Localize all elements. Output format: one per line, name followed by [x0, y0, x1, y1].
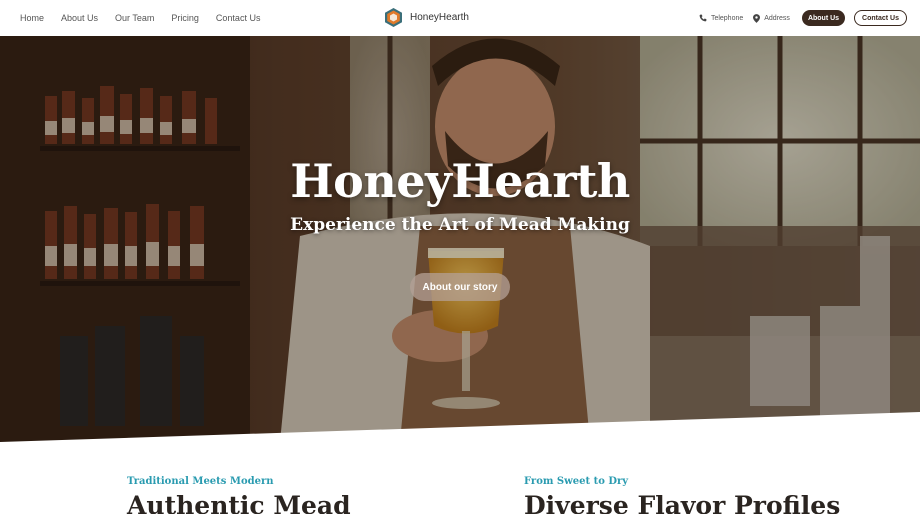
- hero-section: HoneyHearth Experience the Art of Mead M…: [0, 36, 920, 442]
- nav-home[interactable]: Home: [20, 13, 44, 23]
- feature-eyebrow: From Sweet to Dry: [524, 476, 629, 487]
- feature-eyebrow: Traditional Meets Modern: [127, 476, 274, 487]
- hexagon-logo-icon: [383, 7, 404, 28]
- feature-authentic-mead: Traditional Meets Modern Authentic Mead: [127, 476, 351, 514]
- nav-pricing[interactable]: Pricing: [171, 13, 199, 23]
- nav-contact-us[interactable]: Contact Us: [216, 13, 261, 23]
- hero-subtitle: Experience the Art of Mead Making: [290, 215, 630, 235]
- address-link[interactable]: Address: [753, 13, 790, 23]
- hero-title: HoneyHearth: [290, 154, 630, 208]
- about-us-button[interactable]: About Us: [801, 10, 846, 26]
- hero-slant-divider: [0, 412, 920, 442]
- feature-heading: Diverse Flavor Profiles: [524, 491, 841, 514]
- nav-right: Telephone Address About Us Contact Us: [699, 0, 907, 36]
- nav-our-team[interactable]: Our Team: [115, 13, 154, 23]
- brand[interactable]: HoneyHearth: [383, 6, 469, 28]
- top-nav: Home About Us Our Team Pricing Contact U…: [0, 0, 920, 36]
- telephone-link[interactable]: Telephone: [699, 14, 743, 22]
- features-section: Traditional Meets Modern Authentic Mead …: [0, 470, 920, 514]
- about-our-story-button[interactable]: About our story: [410, 273, 510, 301]
- feature-diverse-flavor-profiles: From Sweet to Dry Diverse Flavor Profile…: [524, 476, 840, 514]
- phone-icon: [699, 14, 707, 22]
- feature-heading: Authentic Mead: [127, 491, 351, 514]
- telephone-label: Telephone: [710, 14, 744, 22]
- address-label: Address: [764, 14, 790, 22]
- brand-name: HoneyHearth: [410, 11, 469, 23]
- contact-us-button[interactable]: Contact Us: [854, 10, 907, 26]
- nav-links: Home About Us Our Team Pricing Contact U…: [20, 0, 277, 36]
- map-pin-icon: [753, 13, 761, 23]
- nav-about-us[interactable]: About Us: [61, 13, 98, 23]
